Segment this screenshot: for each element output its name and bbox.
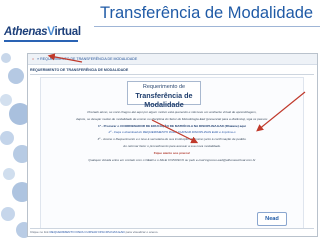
doc-line: depois, se desejar mudar de modalidade d… bbox=[76, 116, 268, 121]
title-divider bbox=[94, 26, 320, 27]
document-logo-small: Requerimento de bbox=[142, 84, 186, 90]
doc-line: Ao retornar fazer o procedimento para ac… bbox=[123, 143, 221, 148]
footer-text: Clique no link bbox=[30, 230, 50, 234]
document-logo-big: Transferência de Modalidade bbox=[135, 91, 193, 109]
breadcrumb-bar: ⌂» REQUERIMENTO DE TRANSFERÊNCIA DE MODA… bbox=[28, 54, 317, 65]
doc-line-deadline: Fique atento aos prazos! bbox=[153, 150, 191, 155]
requirement-document: Requerimento de Transferência de Modalid… bbox=[40, 77, 304, 229]
embedded-page-screenshot: ⌂» REQUERIMENTO DE TRANSFERÊNCIA DE MODA… bbox=[27, 53, 318, 237]
doc-line-step-2[interactable]: 2º - Faça o download do REQUERIMENTO PAR… bbox=[47, 129, 297, 136]
page-footer-note: Clique no link REQUERIMENTO PARA CURSAR … bbox=[30, 228, 314, 235]
doc-line-contact: Qualquer dúvida entre em contato com o N… bbox=[88, 157, 256, 162]
nead-logo: Nead bbox=[257, 212, 287, 226]
footer-text-suffix: para visualizar o anexo. bbox=[124, 230, 159, 234]
brand-part-virtual: Virtual bbox=[47, 26, 81, 38]
breadcrumb[interactable]: » REQUERIMENTO DE TRANSFERÊNCIA DE MODAL… bbox=[37, 57, 137, 61]
brand-underline bbox=[4, 40, 78, 42]
document-logo: Requerimento de Transferência de Modalid… bbox=[127, 81, 201, 109]
doc-line: Prezado aluno, se você chegou até aqui p… bbox=[87, 110, 257, 114]
slide-title: Transferência de Modalidade bbox=[100, 4, 314, 22]
athenas-virtual-logo: AthenasVirtual bbox=[0, 0, 82, 52]
home-icon[interactable]: ⌂ bbox=[32, 57, 34, 61]
footer-requirement-link[interactable]: REQUERIMENTO PARA CURSAR DISCIPLINAS EAD bbox=[49, 230, 124, 234]
brand-part-athenas: Athenas bbox=[4, 26, 48, 38]
doc-line-step-3: 3º - Assine o Requerimento e o leve à se… bbox=[97, 137, 247, 142]
doc-line-step-1[interactable]: 1º - Procurar o COORDENADOR DE EDUCAÇÃO … bbox=[47, 123, 297, 130]
document-text: Prezado aluno, se você chegou até aqui p… bbox=[47, 109, 297, 163]
page-subheader: REQUERIMENTO DE TRANSFERÊNCIA DE MODALID… bbox=[30, 67, 314, 75]
